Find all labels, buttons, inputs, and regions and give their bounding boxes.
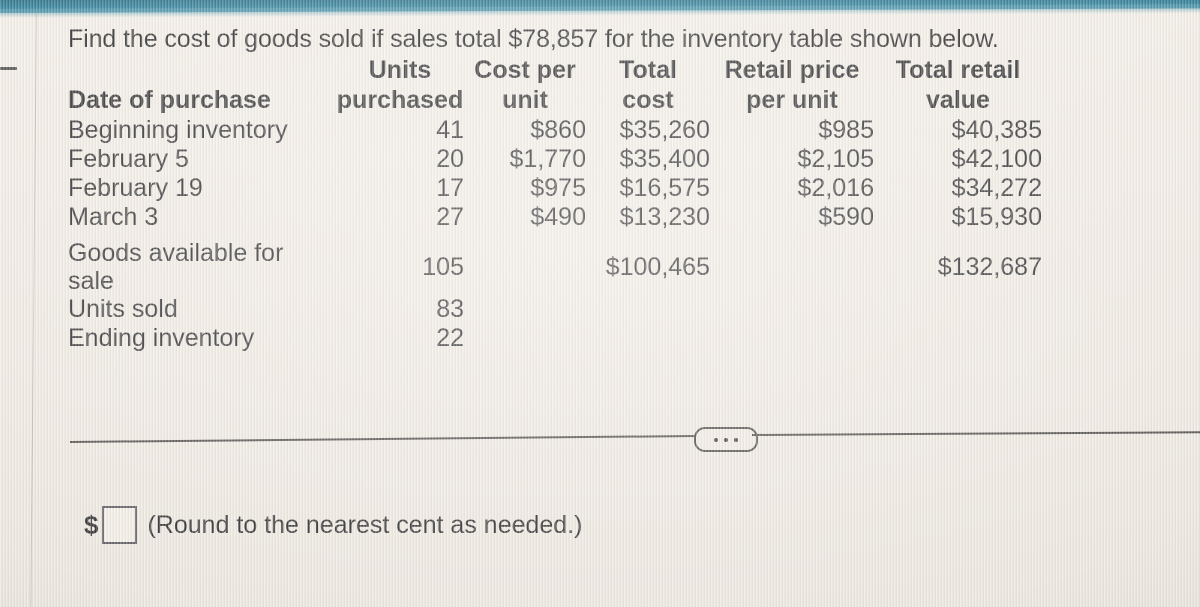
- cell-date: Units sold: [68, 295, 178, 323]
- header-total-cost-line1: Total: [619, 56, 677, 84]
- rounding-hint: (Round to the nearest cent as needed.): [147, 510, 583, 539]
- cell-retail-per-unit: $2,105: [797, 145, 874, 173]
- ellipsis-dot-icon: [734, 437, 738, 442]
- cell-total-cost: $16,575: [619, 174, 710, 202]
- cell-total-cost: [586, 295, 710, 324]
- cell-total-cost: [586, 324, 710, 353]
- cell-date: Goods available for sale: [68, 239, 284, 295]
- cell-total-retail-value: [874, 295, 1042, 324]
- cell-cost-per-unit: $1,770: [509, 145, 586, 173]
- ellipsis-dot-icon: [714, 437, 718, 442]
- question-statement: Find the cost of goods sold if sales tot…: [68, 25, 999, 53]
- header-cost-per-unit-line2: unit: [502, 86, 548, 114]
- table-header-row-1: Units Cost per Total Retail price Total …: [68, 56, 1042, 86]
- cell-units: 83: [436, 295, 464, 323]
- section-divider: [0, 424, 1200, 454]
- cell-cost-per-unit: $490: [530, 203, 586, 231]
- cell-date: February 5: [68, 145, 189, 173]
- cell-total-cost: $13,230: [619, 203, 710, 231]
- table-row-summary-goods-available: Goods available for sale 105 $100,465 $1…: [68, 232, 1042, 295]
- cell-units: 22: [436, 324, 464, 352]
- cell-cost-per-unit: [464, 324, 586, 353]
- cell-total-retail-value: $42,100: [951, 145, 1042, 173]
- answer-row: $ (Round to the nearest cent as needed.): [84, 506, 582, 544]
- cell-retail-per-unit: [710, 324, 874, 353]
- cell-units: 27: [436, 203, 464, 231]
- header-units-line2: purchased: [336, 86, 464, 114]
- header-total-cost-line2: cost: [622, 86, 674, 114]
- header-date-line2: Date of purchase: [68, 86, 271, 114]
- header-units-line1: Units: [368, 56, 432, 84]
- header-retail-price-line1: Retail price: [724, 56, 860, 84]
- table-row-summary-units-sold: Units sold 83: [68, 295, 1042, 324]
- cell-units: 17: [436, 174, 464, 202]
- cell-units: 20: [436, 145, 464, 173]
- screenshot-root: Find the cost of goods sold if sales tot…: [0, 0, 1200, 607]
- header-cost-per-unit-line1: Cost per: [474, 56, 576, 84]
- table-body: Beginning inventory 41 $860 $35,260 $985…: [68, 116, 1042, 353]
- cell-date: March 3: [68, 203, 159, 231]
- answer-input[interactable]: [102, 506, 138, 544]
- header-date-line1: [68, 56, 336, 86]
- table-row: Beginning inventory 41 $860 $35,260 $985…: [68, 116, 1042, 145]
- cell-cost-per-unit: $860: [530, 116, 586, 144]
- cell-total-retail-value: $15,930: [951, 203, 1042, 231]
- cell-retail-per-unit: [710, 232, 874, 295]
- table-header-row-2: Date of purchase purchased unit cost per…: [68, 86, 1042, 116]
- table-row: February 5 20 $1,770 $35,400 $2,105 $42,…: [68, 145, 1042, 174]
- currency-symbol: $: [84, 510, 99, 540]
- inventory-table-element: Units Cost per Total Retail price Total …: [68, 56, 1042, 353]
- cell-cost-per-unit: [464, 232, 586, 295]
- more-options-ellipsis-button[interactable]: [694, 427, 758, 452]
- cell-total-cost: $100,465: [605, 252, 710, 281]
- cell-total-retail-value: [874, 324, 1042, 353]
- cell-date: Ending inventory: [68, 324, 255, 352]
- table-row-summary-ending-inventory: Ending inventory 22: [68, 324, 1042, 353]
- header-total-retail-value-line2: value: [926, 86, 990, 114]
- cell-retail-per-unit: $2,016: [797, 174, 874, 202]
- header-retail-price-line2: per unit: [746, 86, 838, 114]
- cell-units: 41: [436, 116, 464, 144]
- cell-total-retail-value: $34,272: [951, 174, 1042, 202]
- cell-retail-per-unit: $985: [818, 116, 874, 144]
- cell-total-retail-value: $132,687: [937, 252, 1042, 281]
- cell-total-retail-value: $40,385: [951, 116, 1042, 144]
- cell-retail-per-unit: $590: [818, 203, 874, 231]
- cell-units: 105: [422, 252, 464, 281]
- cell-date: Beginning inventory: [68, 116, 288, 144]
- table-header: Units Cost per Total Retail price Total …: [68, 56, 1042, 116]
- table-row: March 3 27 $490 $13,230 $590 $15,930: [68, 203, 1042, 232]
- header-total-retail-value-line1: Total retail: [895, 56, 1021, 84]
- inventory-table: Units Cost per Total Retail price Total …: [68, 56, 1042, 353]
- table-row: February 19 17 $975 $16,575 $2,016 $34,2…: [68, 174, 1042, 203]
- ellipsis-dot-icon: [724, 437, 728, 442]
- divider-line-left: [69, 434, 710, 443]
- cell-cost-per-unit: $975: [530, 174, 586, 202]
- divider-line-right: [751, 431, 1200, 436]
- cell-cost-per-unit: [464, 295, 586, 324]
- cell-retail-per-unit: [710, 295, 874, 324]
- cell-total-cost: $35,260: [619, 116, 710, 144]
- cell-total-cost: $35,400: [619, 145, 710, 173]
- cell-date: February 19: [68, 174, 203, 202]
